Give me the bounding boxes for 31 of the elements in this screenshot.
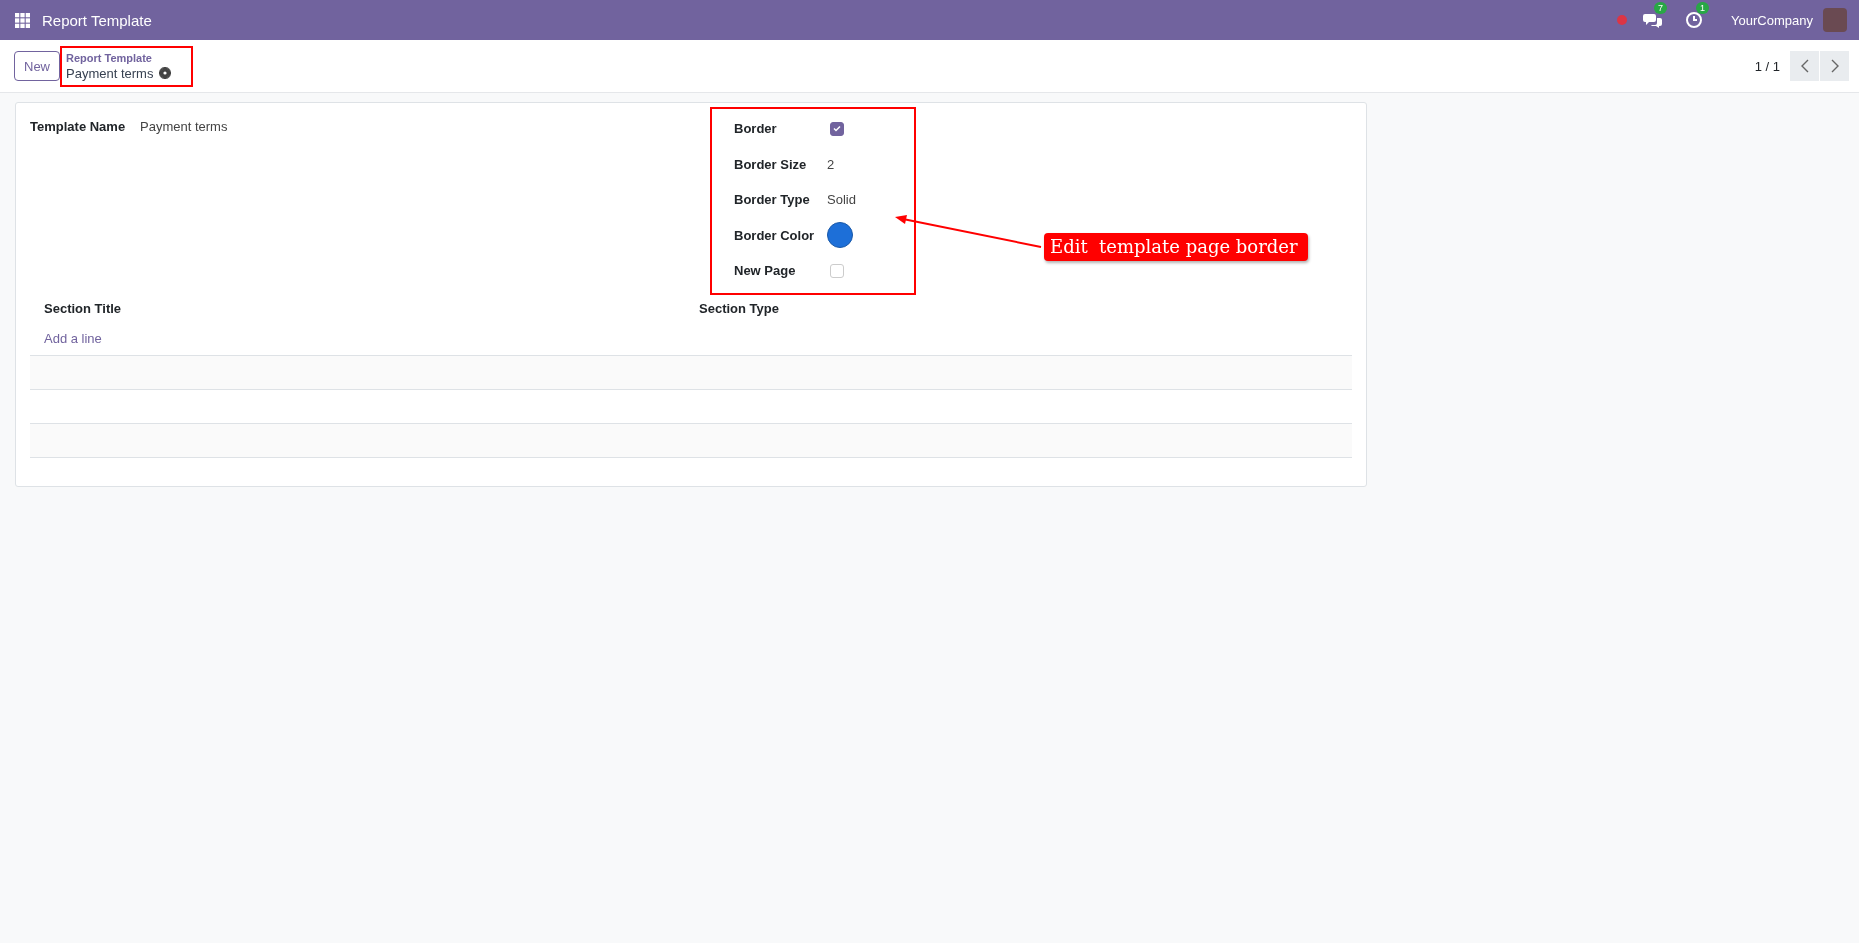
field-label: Border Type xyxy=(734,192,811,208)
column-header: Section Type xyxy=(699,301,779,316)
annotation-label: Edit template page border xyxy=(1044,233,1308,261)
company-name[interactable]: YourCompany xyxy=(1731,12,1813,28)
field-label: Border Size xyxy=(734,156,808,172)
chevron-left-icon xyxy=(1800,59,1809,73)
field-value[interactable]: Solid xyxy=(827,192,856,208)
checkmark-icon xyxy=(833,125,841,133)
apps-grid-icon[interactable] xyxy=(15,12,30,28)
field-value[interactable]: 2 xyxy=(827,156,835,172)
field-label: Border Color xyxy=(734,227,816,243)
breadcrumb-current: Payment terms xyxy=(66,65,154,81)
field-label: New Page xyxy=(734,263,797,279)
new-button[interactable]: New xyxy=(14,51,60,81)
field-value[interactable]: Payment terms xyxy=(140,119,228,134)
color-swatch[interactable] xyxy=(827,222,853,249)
breadcrumb-link[interactable]: Report Template xyxy=(66,51,172,64)
app-title[interactable]: Report Template xyxy=(42,11,152,29)
chevron-right-icon xyxy=(1830,59,1839,73)
column-header: Section Title xyxy=(43,301,123,316)
message-count-badge: 7 xyxy=(1654,2,1668,14)
field-label: Template Name xyxy=(30,119,127,134)
field-label: Border xyxy=(734,121,778,137)
clock-icon[interactable] xyxy=(1685,11,1704,29)
settings-icon[interactable] xyxy=(159,67,172,79)
pager-counter: 1 / 1 xyxy=(1754,58,1780,74)
checkbox[interactable] xyxy=(830,121,844,136)
add-line-link[interactable]: Add a line xyxy=(44,331,102,346)
chat-icon[interactable] xyxy=(1643,11,1664,29)
activity-count-badge: 1 xyxy=(1696,2,1710,14)
status-dot-icon xyxy=(1617,15,1628,25)
